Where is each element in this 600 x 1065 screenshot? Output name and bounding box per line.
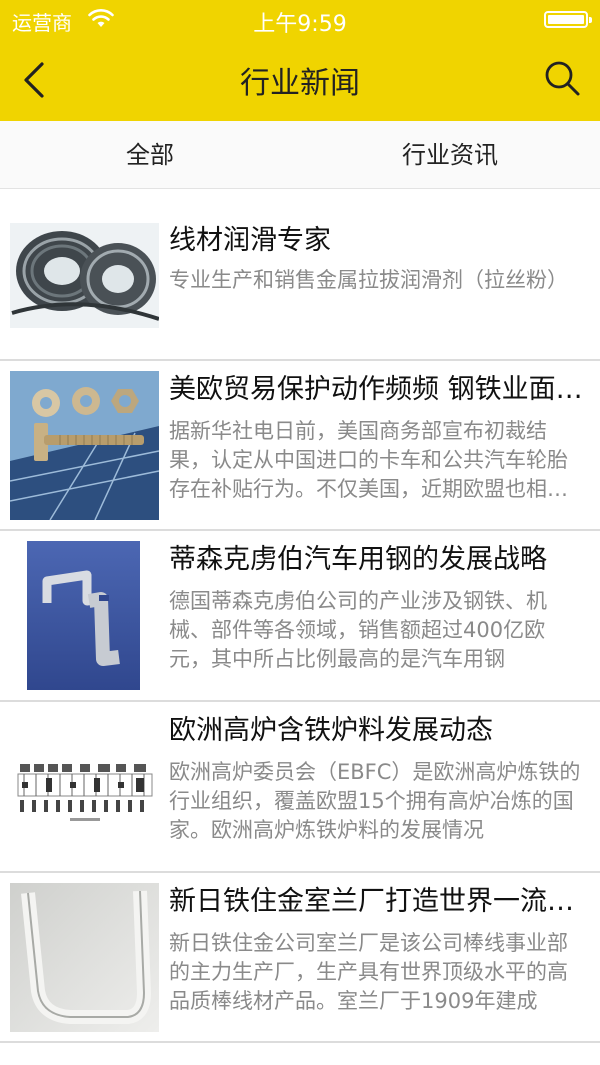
status-bar: 运营商 上午9:59 bbox=[0, 0, 600, 40]
search-icon[interactable] bbox=[542, 58, 582, 98]
article-title: 欧洲高炉含铁炉料发展动态 bbox=[169, 715, 493, 746]
battery-fill bbox=[548, 15, 584, 24]
article-title: 新日铁住金室兰厂打造世界一流棒线厂 bbox=[169, 886, 591, 917]
article-title: 蒂森克虏伯汽车用钢的发展战略 bbox=[169, 544, 547, 575]
tab-industry-info[interactable]: 行业资讯 bbox=[300, 121, 600, 188]
furnace-diagram-image bbox=[10, 712, 159, 861]
article-title: 线材润滑专家 bbox=[169, 225, 331, 256]
article-summary: 德国蒂森克虏伯公司的产业涉及钢铁、机械、部件等各领域，销售额超过400亿欧元，其… bbox=[169, 589, 547, 671]
article-summary: 据新华社电日前，美国商务部宣布初裁结果，认定从中国进口的卡车和公共汽车轮胎存在补… bbox=[169, 419, 568, 501]
status-time: 上午9:59 bbox=[253, 12, 347, 37]
u-bracket-image bbox=[10, 883, 159, 1032]
list-item[interactable]: 欧洲高炉含铁炉料发展动态 欧洲高炉委员会（EBFC）是欧洲高炉炼铁的行业组织，覆… bbox=[0, 702, 600, 873]
list-item[interactable]: 新日铁住金室兰厂打造世界一流棒线厂 新日铁住金公司室兰厂是该公司棒线事业部的主力… bbox=[0, 873, 600, 1043]
metal-bracket-image bbox=[27, 541, 140, 690]
category-tabs: 全部 行业资讯 bbox=[0, 121, 600, 189]
nav-bar: 行业新闻 bbox=[0, 40, 600, 121]
article-title: 美欧贸易保护动作频频 钢铁业面临挑战 bbox=[169, 374, 591, 405]
list-item[interactable]: 美欧贸易保护动作频频 钢铁业面临挑战 据新华社电日前，美国商务部宣布初裁结果，认… bbox=[0, 361, 600, 531]
list-item[interactable]: 线材润滑专家 专业生产和销售金属拉拔润滑剂（拉丝粉） bbox=[0, 189, 600, 361]
bolts-and-nuts-image bbox=[10, 371, 159, 520]
article-summary: 专业生产和销售金属拉拔润滑剂（拉丝粉） bbox=[169, 268, 568, 292]
top-bar: 运营商 上午9:59 行业新闻 bbox=[0, 0, 600, 121]
list-item[interactable]: 蒂森克虏伯汽车用钢的发展战略 德国蒂森克虏伯公司的产业涉及钢铁、机械、部件等各领… bbox=[0, 531, 600, 702]
article-summary: 欧洲高炉委员会（EBFC）是欧洲高炉炼铁的行业组织，覆盖欧盟15个拥有高炉冶炼的… bbox=[169, 760, 581, 842]
battery-icon bbox=[544, 11, 592, 28]
page-title: 行业新闻 bbox=[240, 66, 360, 101]
tab-all[interactable]: 全部 bbox=[0, 121, 300, 188]
wire-coil-image bbox=[10, 223, 159, 328]
article-summary: 新日铁住金公司室兰厂是该公司棒线事业部的主力生产厂，生产具有世界顶级水平的高品质… bbox=[169, 931, 568, 1013]
